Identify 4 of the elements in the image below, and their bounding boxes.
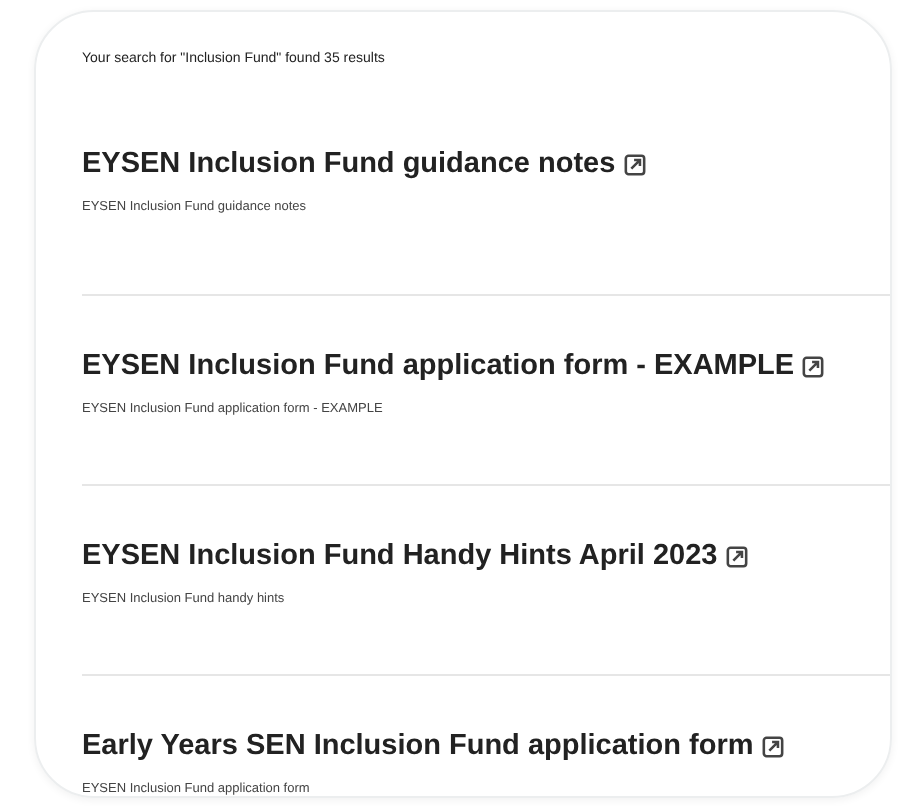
result-link[interactable]: EYSEN Inclusion Fund application form - EXAMPLE (82, 350, 825, 382)
result-link[interactable]: EYSEN Inclusion Fund Handy Hints April 2023 (82, 540, 748, 572)
result-link[interactable]: EYSEN Inclusion Fund guidance notes (82, 148, 646, 180)
result-link[interactable]: Early Years SEN Inclusion Fund application form (82, 730, 784, 762)
